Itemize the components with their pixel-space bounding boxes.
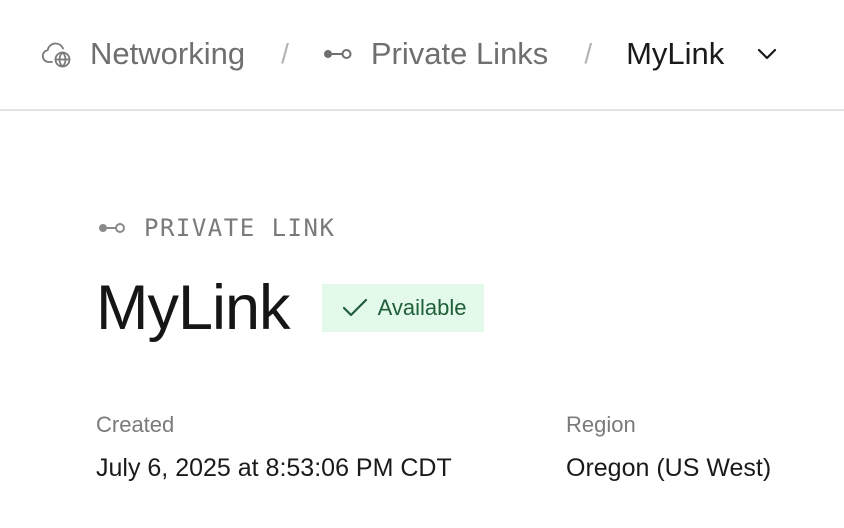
private-link-icon — [98, 221, 126, 235]
check-icon — [342, 298, 368, 318]
breadcrumb-separator: / — [584, 37, 593, 69]
breadcrumb-current-mylink[interactable]: MyLink — [626, 36, 778, 72]
details-section: Created July 6, 2025 at 8:53:06 PM CDT R… — [96, 410, 816, 490]
status-badge-label: Available — [377, 295, 467, 320]
chevron-down-icon[interactable] — [756, 47, 778, 61]
breadcrumb: Networking / Private Links / MyLink — [0, 0, 844, 111]
created-value: July 6, 2025 at 8:53:06 PM CDT — [96, 454, 452, 482]
breadcrumb-networking[interactable]: Networking — [40, 36, 245, 72]
region-field: Region Oregon (US West) — [566, 410, 771, 483]
title-row: MyLink Available — [96, 276, 816, 340]
created-field: Created July 6, 2025 at 8:53:06 PM CDT — [96, 410, 452, 483]
breadcrumb-private-links[interactable]: Private Links — [323, 36, 548, 72]
created-label: Created — [96, 412, 175, 437]
private-link-icon — [323, 47, 353, 61]
breadcrumb-private-links-label: Private Links — [370, 35, 549, 71]
resource-type-eyebrow: PRIVATE LINK — [96, 210, 816, 246]
resource-type-label: PRIVATE LINK — [144, 214, 336, 242]
region-label: Region — [566, 412, 636, 437]
region-value: Oregon (US West) — [566, 454, 772, 482]
breadcrumb-separator: / — [281, 37, 289, 69]
breadcrumb-networking-label: Networking — [90, 35, 246, 71]
page-title: MyLink — [96, 272, 291, 343]
breadcrumb-current-label: MyLink — [626, 35, 725, 71]
status-badge: Available — [321, 284, 485, 332]
private-link-header: PRIVATE LINK MyLink Available — [96, 210, 816, 340]
cloud-globe-icon — [40, 38, 72, 70]
